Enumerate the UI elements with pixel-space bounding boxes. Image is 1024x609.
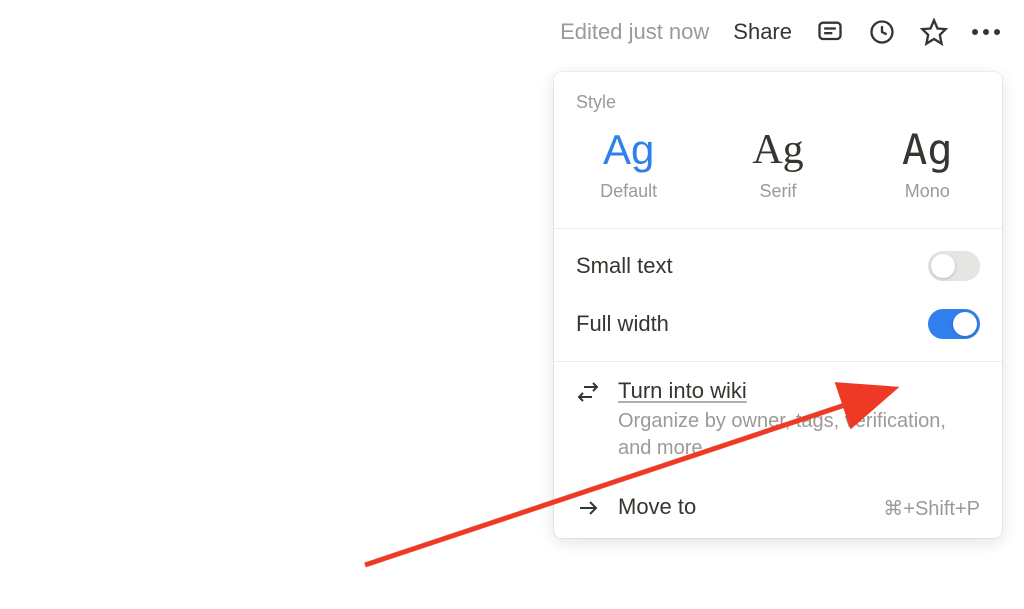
turn-into-wiki-subtitle: Organize by owner, tags, verification, a… bbox=[618, 408, 980, 462]
turn-into-wiki-title: Turn into wiki bbox=[618, 378, 980, 404]
more-icon[interactable] bbox=[972, 18, 1000, 46]
small-text-toggle[interactable] bbox=[928, 251, 980, 281]
topbar: Edited just now Share bbox=[560, 18, 1000, 46]
font-name: Serif bbox=[703, 181, 852, 202]
actions-section: Turn into wiki Organize by owner, tags, … bbox=[554, 362, 1002, 538]
font-option-serif[interactable]: Ag Serif bbox=[703, 127, 852, 202]
star-icon[interactable] bbox=[920, 18, 948, 46]
small-text-row: Small text bbox=[554, 237, 1002, 295]
full-width-toggle[interactable] bbox=[928, 309, 980, 339]
share-button[interactable]: Share bbox=[733, 19, 792, 45]
font-name: Mono bbox=[853, 181, 1002, 202]
turn-into-wiki-row[interactable]: Turn into wiki Organize by owner, tags, … bbox=[554, 362, 1002, 478]
move-to-title: Move to bbox=[618, 494, 867, 520]
wiki-icon bbox=[576, 380, 602, 406]
font-sample: Ag bbox=[703, 127, 852, 173]
full-width-label: Full width bbox=[576, 311, 669, 337]
font-options: Ag Default Ag Serif Ag Mono bbox=[554, 119, 1002, 228]
history-icon[interactable] bbox=[868, 18, 896, 46]
full-width-row: Full width bbox=[554, 295, 1002, 353]
move-to-icon bbox=[576, 496, 602, 522]
comment-icon[interactable] bbox=[816, 18, 844, 46]
font-option-default[interactable]: Ag Default bbox=[554, 127, 703, 202]
toggle-knob bbox=[931, 254, 955, 278]
style-section: Style Ag Default Ag Serif Ag Mono bbox=[554, 72, 1002, 229]
small-text-label: Small text bbox=[576, 253, 673, 279]
font-sample: Ag bbox=[853, 127, 1002, 173]
move-to-row[interactable]: Move to ⌘+Shift+P bbox=[554, 478, 1002, 538]
move-to-shortcut: ⌘+Shift+P bbox=[883, 496, 980, 521]
page-options-dropdown: Style Ag Default Ag Serif Ag Mono Small … bbox=[554, 72, 1002, 538]
font-option-mono[interactable]: Ag Mono bbox=[853, 127, 1002, 202]
turn-into-wiki-text: Turn into wiki Organize by owner, tags, … bbox=[618, 378, 980, 462]
style-heading: Style bbox=[554, 72, 1002, 119]
toggle-section: Small text Full width bbox=[554, 229, 1002, 362]
toggle-knob bbox=[953, 312, 977, 336]
font-sample: Ag bbox=[554, 127, 703, 173]
move-to-text: Move to bbox=[618, 494, 867, 520]
font-name: Default bbox=[554, 181, 703, 202]
edited-timestamp: Edited just now bbox=[560, 19, 709, 45]
